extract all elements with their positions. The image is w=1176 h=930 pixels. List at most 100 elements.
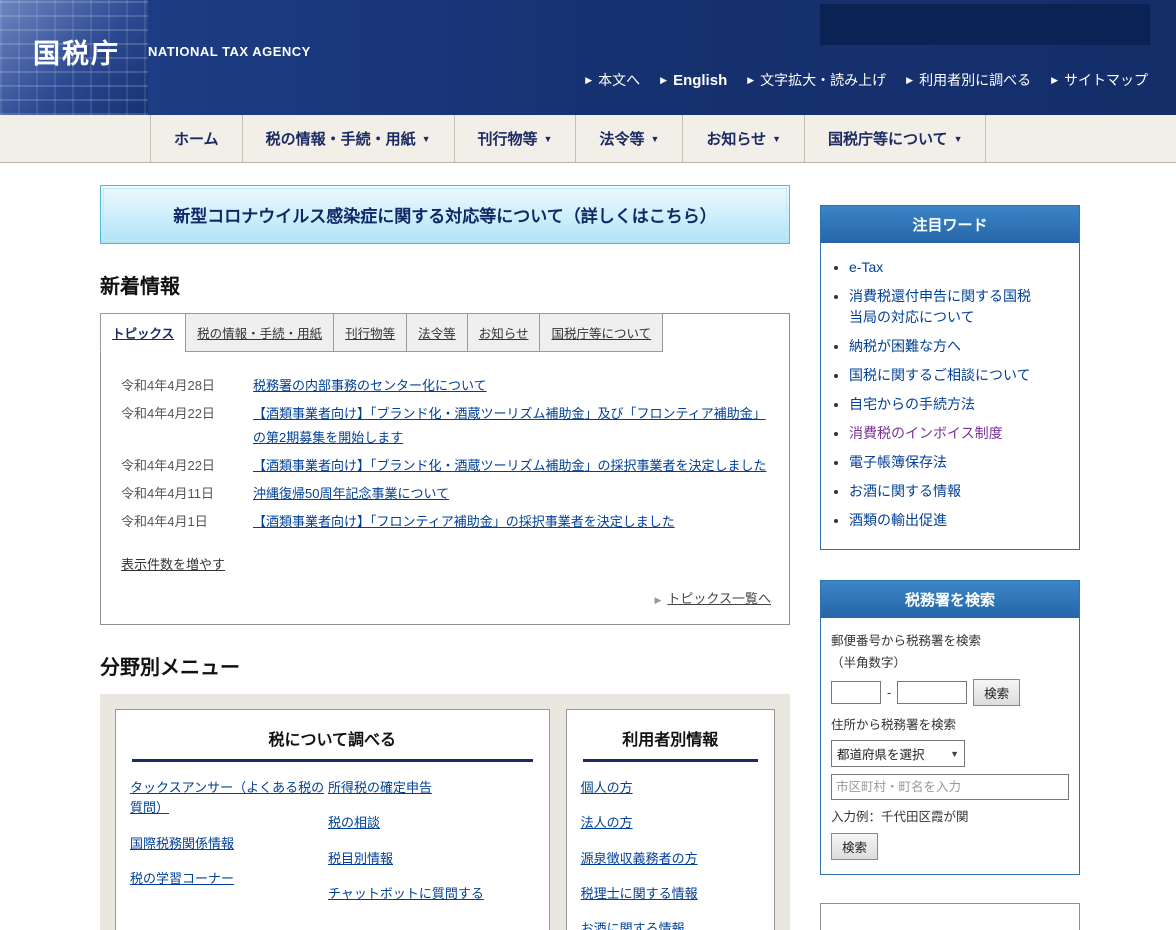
prefecture-select[interactable]: 都道府県を選択 ▼ — [831, 740, 965, 767]
procedures-from-home-link[interactable]: 自宅からの手続方法 — [849, 396, 975, 412]
content: 新型コロナウイルス感染症に関する対応等について（詳しくはこちら） 新着情報 トピ… — [100, 185, 1080, 930]
payment-difficulty-link[interactable]: 納税が困難な方へ — [849, 338, 961, 354]
header-top-right-panel — [820, 4, 1150, 45]
arrow-icon: ▶ — [585, 75, 592, 86]
english-link[interactable]: ▶ English — [660, 72, 727, 89]
sidebar-box-stub — [820, 903, 1080, 930]
topics-list-link[interactable]: トピックス一覧へ — [667, 591, 771, 606]
arrow-icon: ▶ — [906, 75, 913, 86]
tax-answer-link[interactable]: タックスアンサー（よくある税の質問） — [130, 778, 328, 818]
news-link[interactable]: 税務署の内部事務のセンター化について — [253, 374, 769, 398]
tax-by-type-link[interactable]: 税目別情報 — [328, 849, 535, 869]
invoice-system-link[interactable]: 消費税のインボイス制度 — [849, 425, 1003, 441]
category-menu-heading: 分野別メニュー — [100, 651, 790, 680]
list-item: 自宅からの手続方法 — [849, 394, 1034, 415]
liquor-info-link[interactable]: お酒に関する情報 — [581, 919, 760, 930]
etax-link[interactable]: e-Tax — [849, 259, 883, 275]
tax-accountants-link[interactable]: 税理士に関する情報 — [581, 884, 760, 904]
nav-label: 法令等 — [599, 128, 644, 149]
utility-link-label: 文字拡大・読み上げ — [760, 70, 886, 90]
covid-banner[interactable]: 新型コロナウイルス感染症に関する対応等について（詳しくはこちら） — [100, 185, 790, 244]
tax-consultation-link[interactable]: 税の相談 — [328, 813, 535, 833]
nav-about-nta[interactable]: 国税庁等について ▼ — [804, 115, 986, 162]
chatbot-link[interactable]: チャットボットに質問する — [328, 884, 535, 904]
browse-by-user-link[interactable]: ▶ 利用者別に調べる — [906, 70, 1031, 90]
tax-office-search-title: 税務署を検索 — [821, 581, 1079, 618]
tab-topics[interactable]: トピックス — [100, 313, 186, 352]
individuals-link[interactable]: 個人の方 — [581, 778, 760, 798]
consumption-tax-refund-link[interactable]: 消費税還付申告に関する国税当局の対応について — [849, 288, 1031, 325]
user-info-box: 利用者別情報 個人の方 法人の方 源泉徴収義務者の方 税理士に関する情報 お酒に… — [566, 709, 775, 930]
research-box-title: 税について調べる — [130, 726, 535, 759]
featured-words-list: e-Tax 消費税還付申告に関する国税当局の対応について 納税が困難な方へ 国税… — [821, 243, 1079, 549]
nav-home[interactable]: ホーム — [150, 115, 242, 162]
city-input[interactable] — [831, 774, 1069, 800]
research-box-columns: タックスアンサー（よくある税の質問） 国際税務関係情報 税の学習コーナー 所得税… — [130, 778, 535, 919]
withholding-agents-link[interactable]: 源泉徴収義務者の方 — [581, 849, 760, 869]
international-tax-link[interactable]: 国際税務関係情報 — [130, 834, 328, 854]
agency-logo[interactable]: 国税庁 — [33, 32, 120, 71]
user-box-title: 利用者別情報 — [581, 726, 760, 759]
news-list: 令和4年4月28日 税務署の内部事務のセンター化について 令和4年4月22日 【… — [101, 352, 789, 544]
address-search-button[interactable]: 検索 — [831, 833, 878, 860]
utility-link-label: サイトマップ — [1064, 70, 1148, 90]
news-link[interactable]: 沖縄復帰50周年記念事業について — [253, 482, 769, 506]
nav-publications[interactable]: 刊行物等 ▼ — [454, 115, 576, 162]
postal-search-button[interactable]: 検索 — [973, 679, 1020, 706]
nav-tax-info[interactable]: 税の情報・手続・用紙 ▼ — [242, 115, 454, 162]
postal-input-row: - 検索 — [831, 679, 1069, 706]
postal-note: （半角数字） — [831, 652, 1069, 671]
tab-publications[interactable]: 刊行物等 — [333, 313, 407, 352]
news-link[interactable]: 【酒類事業者向け】「フロンティア補助金」の採択事業者を決定しました — [253, 510, 769, 534]
postal-code-input-2[interactable] — [897, 681, 967, 704]
nav-label: 税の情報・手続・用紙 — [266, 128, 416, 149]
show-more-link[interactable]: 表示件数を増やす — [121, 557, 225, 572]
news-link[interactable]: 【酒類事業者向け】「ブランド化・酒蔵ツーリズム補助金」の採択事業者を決定しました — [253, 454, 769, 478]
tax-consultation-sidebar-link[interactable]: 国税に関するご相談について — [849, 367, 1031, 383]
news-item: 令和4年4月28日 税務署の内部事務のセンター化について — [121, 374, 769, 398]
nav-spacer — [0, 115, 150, 162]
list-item: 酒類の輸出促進 — [849, 510, 1034, 531]
news-date: 令和4年4月22日 — [121, 454, 253, 478]
corporations-link[interactable]: 法人の方 — [581, 813, 760, 833]
research-tax-box: 税について調べる タックスアンサー（よくある税の質問） 国際税務関係情報 税の学… — [115, 709, 550, 930]
main-column: 新型コロナウイルス感染症に関する対応等について（詳しくはこちら） 新着情報 トピ… — [100, 185, 790, 930]
tab-notices[interactable]: お知らせ — [467, 313, 541, 352]
news-tabs: トピックス 税の情報・手続・用紙 刊行物等 法令等 お知らせ 国税庁等について — [101, 314, 789, 352]
sitemap-link[interactable]: ▶ サイトマップ — [1051, 70, 1148, 90]
topics-list-row: ▶ トピックス一覧へ — [101, 574, 789, 624]
list-item: 納税が困難な方へ — [849, 336, 1034, 357]
tax-learning-link[interactable]: 税の学習コーナー — [130, 869, 328, 889]
main-nav: ホーム 税の情報・手続・用紙 ▼ 刊行物等 ▼ 法令等 ▼ お知らせ ▼ 国税庁… — [0, 115, 1176, 163]
featured-words-title: 注目ワード — [821, 206, 1079, 243]
list-item: 消費税還付申告に関する国税当局の対応について — [849, 286, 1034, 328]
skip-to-content-link[interactable]: ▶ 本文へ — [585, 70, 640, 90]
nav-laws[interactable]: 法令等 ▼ — [575, 115, 682, 162]
income-tax-return-link[interactable]: 所得税の確定申告 — [328, 778, 535, 798]
news-date: 令和4年4月11日 — [121, 482, 253, 506]
liquor-info-sidebar-link[interactable]: お酒に関する情報 — [849, 483, 961, 499]
title-underline — [132, 759, 533, 762]
title-underline — [583, 759, 758, 762]
featured-words-box: 注目ワード e-Tax 消費税還付申告に関する国税当局の対応について 納税が困難… — [820, 205, 1080, 550]
postal-code-input-1[interactable] — [831, 681, 881, 704]
tax-office-search-box: 税務署を検索 郵便番号から税務署を検索 （半角数字） - 検索 住所から税務署を… — [820, 580, 1080, 875]
arrow-icon: ▶ — [654, 595, 661, 606]
tab-laws[interactable]: 法令等 — [406, 313, 468, 352]
tab-tax-info[interactable]: 税の情報・手続・用紙 — [185, 313, 334, 352]
liquor-export-link[interactable]: 酒類の輸出促進 — [849, 512, 947, 528]
list-item: 消費税のインボイス制度 — [849, 423, 1034, 444]
research-column-1: タックスアンサー（よくある税の質問） 国際税務関係情報 税の学習コーナー — [130, 778, 328, 919]
tab-about[interactable]: 国税庁等について — [539, 313, 663, 352]
nav-notices[interactable]: お知らせ ▼ — [682, 115, 804, 162]
news-link[interactable]: 【酒類事業者向け】「ブランド化・酒蔵ツーリズム補助金」及び「フロンティア補助金」… — [253, 402, 769, 450]
covid-banner-text: 新型コロナウイルス感染症に関する対応等について（詳しくはこちら） — [103, 188, 787, 241]
electronic-books-link[interactable]: 電子帳簿保存法 — [849, 454, 947, 470]
text-size-readaloud-link[interactable]: ▶ 文字拡大・読み上げ — [747, 70, 886, 90]
news-item: 令和4年4月22日 【酒類事業者向け】「ブランド化・酒蔵ツーリズム補助金」の採択… — [121, 454, 769, 478]
site-header: 国税庁 NATIONAL TAX AGENCY ▶ 本文へ ▶ English … — [0, 0, 1176, 115]
news-date: 令和4年4月28日 — [121, 374, 253, 398]
news-box: トピックス 税の情報・手続・用紙 刊行物等 法令等 お知らせ 国税庁等について … — [100, 313, 790, 625]
arrow-icon: ▶ — [1051, 75, 1058, 86]
arrow-icon: ▶ — [660, 75, 667, 86]
